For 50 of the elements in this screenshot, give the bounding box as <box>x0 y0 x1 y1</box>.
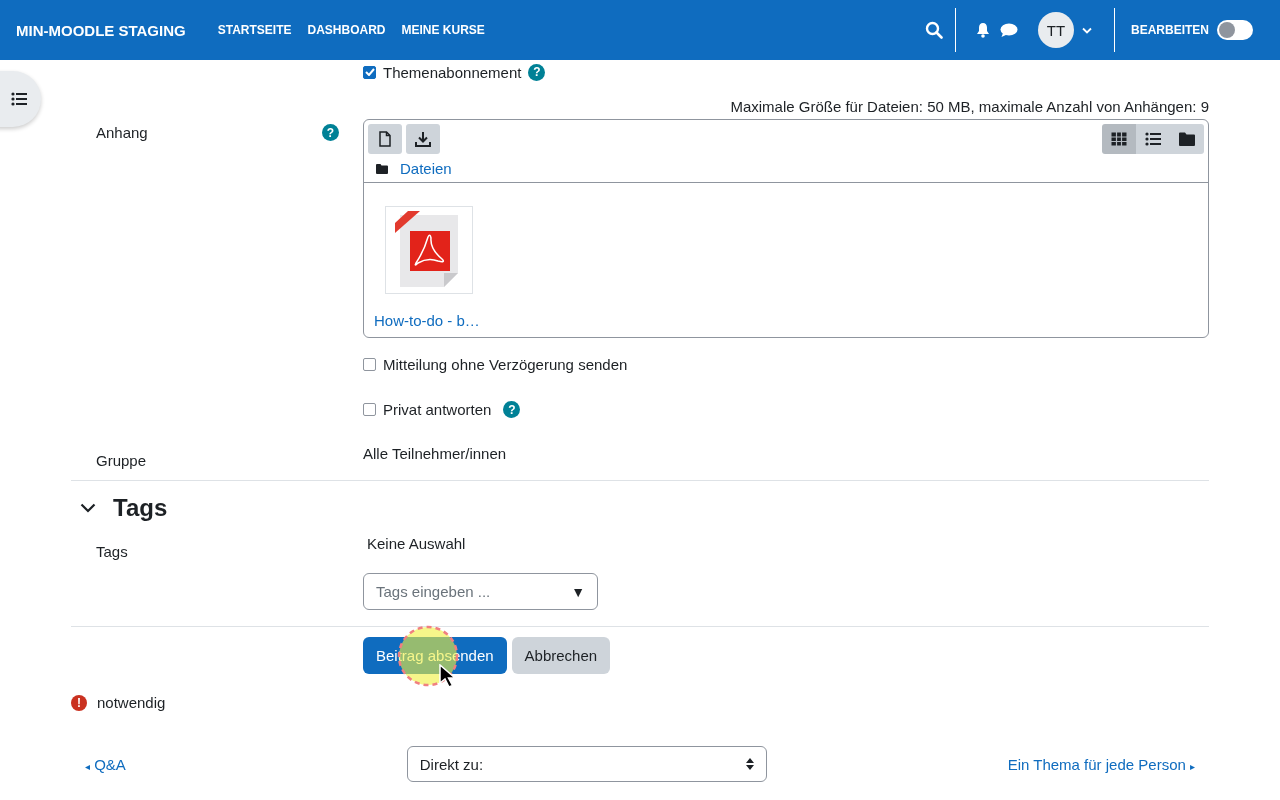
file-icon <box>379 131 391 147</box>
edit-mode-toggle[interactable] <box>1217 20 1253 40</box>
checkbox-label: Themenabonnement <box>383 63 522 81</box>
jump-to-select[interactable]: Direkt zu: <box>406 746 767 782</box>
nav-link[interactable]: MEINE KURSE <box>401 17 485 43</box>
site-name[interactable]: MIN-MOODLE STAGING <box>16 21 186 39</box>
search-icon[interactable] <box>925 21 943 39</box>
required-icon: ! <box>71 694 87 711</box>
file-name-link[interactable]: How-to-do - b… <box>374 312 1198 329</box>
previous-link[interactable]: ◂ Q&A <box>85 755 126 773</box>
view-toggle-button[interactable] <box>1136 124 1170 154</box>
next-link[interactable]: Ein Thema für jede Person ▸ <box>1007 755 1195 773</box>
download-icon <box>415 131 431 147</box>
cancel-button[interactable]: Abbrechen <box>511 637 611 674</box>
tags-selection-text: Keine Auswahl <box>366 535 467 554</box>
user-avatar[interactable]: TT <box>1038 12 1074 48</box>
checkbox-label: Mitteilung ohne Verzögerung senden <box>383 356 628 373</box>
folder-icon <box>1179 132 1195 146</box>
file-limits-text: Maximale Größe für Dateien: 50 MB, maximale Anzahl von Anhängen: 9 <box>729 98 1209 115</box>
view-toggle-button[interactable] <box>1170 124 1204 154</box>
checkbox[interactable] <box>363 403 376 416</box>
required-note: notwendig <box>97 694 166 711</box>
download-button[interactable] <box>406 124 440 154</box>
help-icon[interactable]: ? <box>503 401 521 418</box>
group-value: Alle Teilnehmer/innen <box>363 445 508 464</box>
list-icon <box>1145 132 1161 146</box>
chevron-down-icon[interactable] <box>80 503 96 513</box>
add-file-button[interactable] <box>368 124 402 154</box>
sort-arrows-icon <box>745 758 754 770</box>
help-icon[interactable]: ? <box>322 124 339 141</box>
nav-link[interactable]: DASHBOARD <box>307 17 386 43</box>
nav-link[interactable]: STARTSEITE <box>217 17 292 43</box>
edit-mode-label: BEARBEITEN <box>1131 23 1209 37</box>
section-heading: Tags <box>113 494 168 522</box>
field-label: Tags <box>96 543 128 560</box>
field-label: Gruppe <box>96 452 147 469</box>
bell-icon[interactable] <box>976 22 990 38</box>
breadcrumb-link[interactable]: Dateien <box>400 160 452 177</box>
field-label: Anhang <box>96 124 148 141</box>
file-thumbnail[interactable] <box>385 206 473 294</box>
help-icon[interactable]: ? <box>528 63 546 81</box>
view-toggle-button[interactable] <box>1102 124 1136 154</box>
checkbox[interactable] <box>363 358 376 371</box>
checkbox-label: Privat antworten <box>383 401 492 418</box>
list-icon <box>11 92 27 106</box>
folder-icon <box>376 163 388 174</box>
chat-icon[interactable] <box>1000 22 1018 38</box>
checkbox[interactable] <box>363 65 376 79</box>
grid-icon <box>1111 132 1127 146</box>
tags-input-field[interactable]: Tags eingeben ... ▼ <box>363 573 598 610</box>
